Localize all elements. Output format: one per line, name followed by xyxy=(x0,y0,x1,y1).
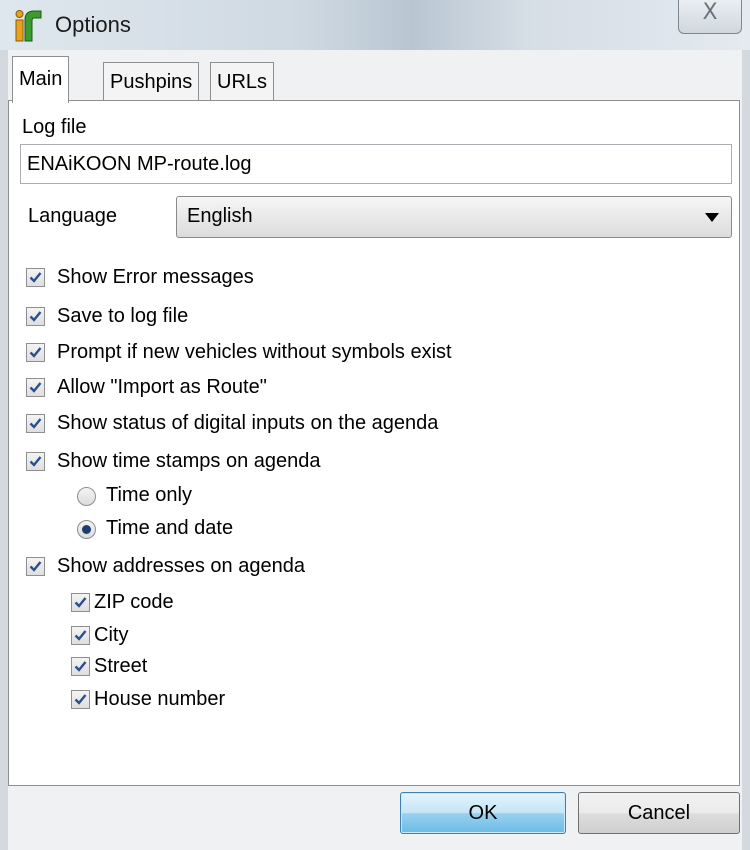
cancel-button[interactable]: Cancel xyxy=(578,792,740,834)
save-to-log-file-label: Save to log file xyxy=(57,305,189,327)
language-label: Language xyxy=(28,205,117,227)
checkbox-show-error-messages[interactable] xyxy=(26,268,45,287)
zip-code-label: ZIP code xyxy=(94,591,174,613)
checkmark-icon xyxy=(74,694,87,705)
checkmark-icon xyxy=(29,382,42,393)
logfile-label: Log file xyxy=(22,116,87,138)
tab-pushpins[interactable]: Pushpins xyxy=(103,62,200,101)
checkmark-icon xyxy=(29,456,42,467)
radio-time-and-date[interactable] xyxy=(77,520,96,539)
checkbox-show-digital-inputs[interactable] xyxy=(26,414,45,433)
title-bar: Options xyxy=(0,0,750,51)
checkbox-city[interactable] xyxy=(71,626,90,645)
window-border xyxy=(742,50,750,850)
show-error-messages-label: Show Error messages xyxy=(57,266,254,288)
ok-button-label: OK xyxy=(468,802,498,824)
checkmark-icon xyxy=(74,661,87,672)
checkbox-street[interactable] xyxy=(71,657,90,676)
cancel-button-label: Cancel xyxy=(627,802,691,824)
app-logo-icon xyxy=(15,10,42,42)
tab-pushpins-label: Pushpins xyxy=(110,71,193,93)
close-button[interactable]: X xyxy=(678,0,742,34)
checkmark-icon xyxy=(29,311,42,322)
checkmark-icon xyxy=(74,597,87,608)
close-icon: X xyxy=(702,0,718,25)
tab-urls-label: URLs xyxy=(217,71,268,93)
window-border xyxy=(0,50,8,850)
checkmark-icon xyxy=(29,418,42,429)
chevron-down-icon xyxy=(705,213,719,222)
time-and-date-label: Time and date xyxy=(106,517,234,539)
show-time-stamps-label: Show time stamps on agenda xyxy=(57,450,321,472)
time-only-label: Time only xyxy=(106,484,192,506)
checkmark-icon xyxy=(29,561,42,572)
checkbox-prompt-new-vehicles[interactable] xyxy=(26,343,45,362)
prompt-new-vehicles-label: Prompt if new vehicles without symbols e… xyxy=(57,341,452,363)
window-title: Options xyxy=(55,12,131,37)
show-addresses-label: Show addresses on agenda xyxy=(57,555,305,577)
tab-main[interactable]: Main xyxy=(12,56,70,103)
checkmark-icon xyxy=(29,272,42,283)
tab-main-label: Main xyxy=(19,68,63,90)
checkmark-icon xyxy=(74,630,87,641)
checkbox-house-number[interactable] xyxy=(71,690,90,709)
house-number-label: House number xyxy=(94,688,226,710)
radio-time-only[interactable] xyxy=(77,487,96,506)
checkbox-zip-code[interactable] xyxy=(71,593,90,612)
checkbox-save-to-log-file[interactable] xyxy=(26,307,45,326)
checkbox-allow-import-as-route[interactable] xyxy=(26,378,45,397)
checkbox-show-addresses[interactable] xyxy=(26,557,45,576)
language-value: English xyxy=(187,205,253,227)
language-select[interactable]: English xyxy=(176,196,732,238)
allow-import-as-route-label: Allow "Import as Route" xyxy=(57,376,267,398)
city-label: City xyxy=(94,624,129,646)
street-label: Street xyxy=(94,655,148,677)
ok-button[interactable]: OK xyxy=(400,792,566,834)
logfile-input[interactable] xyxy=(20,144,732,184)
show-digital-inputs-label: Show status of digital inputs on the age… xyxy=(57,412,439,434)
radio-selected-dot xyxy=(82,525,91,534)
checkmark-icon xyxy=(29,347,42,358)
checkbox-show-time-stamps[interactable] xyxy=(26,452,45,471)
tab-urls[interactable]: URLs xyxy=(210,62,275,101)
